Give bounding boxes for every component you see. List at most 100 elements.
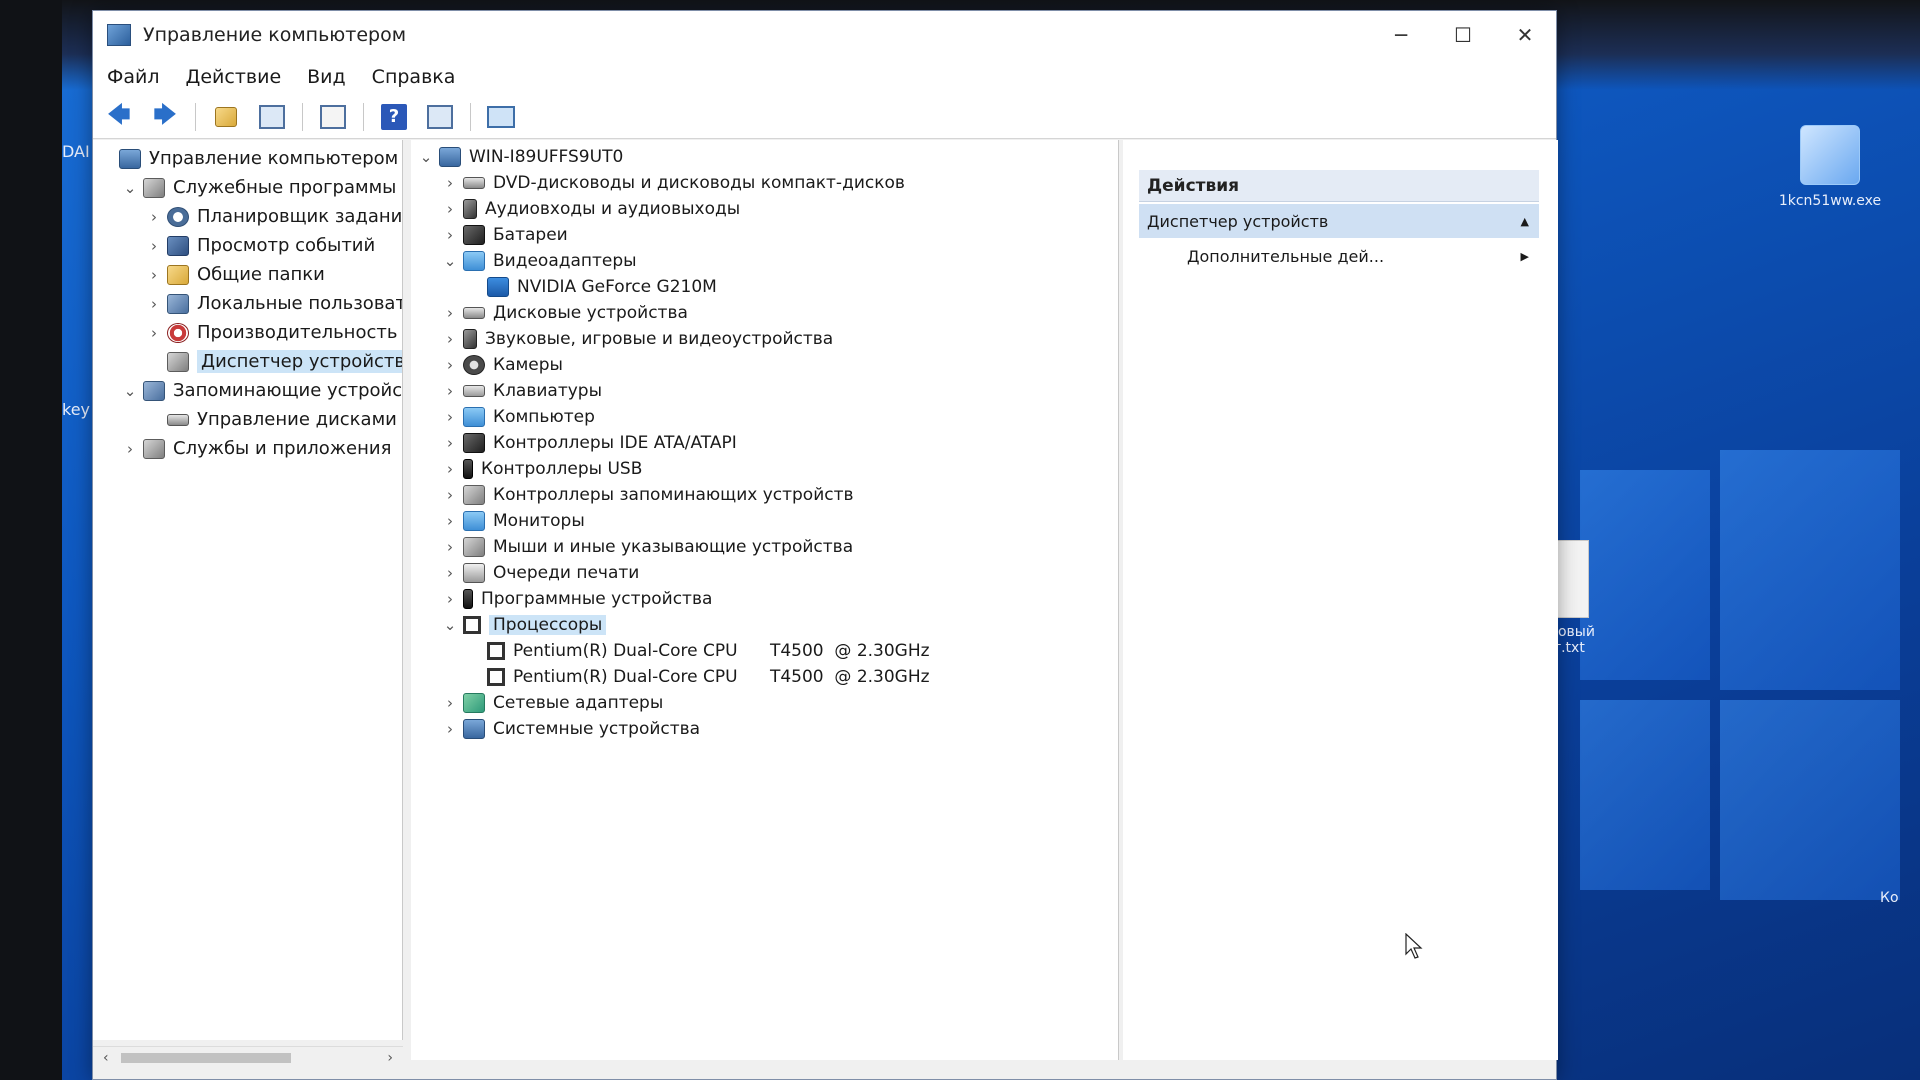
more-actions-item[interactable]: Дополнительные дей... ▶	[1139, 240, 1539, 272]
show-hide-tree-button[interactable]	[256, 102, 288, 132]
device-tree-item[interactable]: Pentium(R) Dual-Core CPU T4500 @ 2.30GHz	[411, 664, 1118, 690]
chevron-down-icon[interactable]: ⌄	[441, 616, 459, 634]
horizontal-scrollbar[interactable]: ‹ ›	[93, 1046, 403, 1068]
up-folder-button[interactable]	[210, 102, 242, 132]
scroll-right-icon[interactable]: ›	[387, 1050, 393, 1066]
minimize-button[interactable]: ─	[1370, 11, 1432, 59]
device-category-icon	[463, 355, 485, 375]
chevron-right-icon[interactable]: ›	[441, 538, 459, 556]
tree-item[interactable]: › Производительность	[93, 318, 402, 347]
device-tree-item[interactable]: › Сетевые адаптеры	[411, 690, 1118, 716]
chevron-right-icon[interactable]: ›	[441, 382, 459, 400]
chevron-right-icon[interactable]: ›	[121, 440, 139, 458]
menu-file[interactable]: Файл	[107, 66, 160, 88]
forward-arrow-icon[interactable]: 🡆	[149, 102, 181, 132]
close-button[interactable]: ✕	[1494, 11, 1556, 59]
device-category-icon	[463, 177, 485, 189]
chevron-right-icon[interactable]: ›	[145, 324, 163, 342]
device-category-icon	[463, 511, 485, 531]
device-tree-item[interactable]: › Очереди печати	[411, 560, 1118, 586]
chevron-right-icon[interactable]: ›	[441, 720, 459, 738]
tree-item[interactable]: Диспетчер устройств	[93, 347, 402, 376]
chevron-right-icon[interactable]: ›	[441, 590, 459, 608]
back-arrow-icon[interactable]: 🡄	[103, 102, 135, 132]
tree-item[interactable]: › Локальные пользовате	[93, 289, 402, 318]
chevron-right-icon[interactable]: ›	[441, 304, 459, 322]
actions-section-device-manager[interactable]: Диспетчер устройств ▲	[1139, 204, 1539, 238]
device-tree-item[interactable]: › Мониторы	[411, 508, 1118, 534]
tree-item-label: Дисковые устройства	[493, 303, 688, 323]
chevron-right-icon[interactable]: ›	[441, 330, 459, 348]
chevron-right-icon[interactable]: ›	[145, 266, 163, 284]
chevron-right-icon[interactable]: ›	[145, 237, 163, 255]
tree-item[interactable]: Управление компьютером (л	[93, 144, 402, 173]
scan-hardware-button[interactable]	[485, 102, 517, 132]
device-tree-item[interactable]: › Контроллеры IDE ATA/ATAPI	[411, 430, 1118, 456]
mouse-cursor-icon	[1405, 933, 1423, 959]
device-tree-item[interactable]: › Батареи	[411, 222, 1118, 248]
device-tree-item[interactable]: › Контроллеры запоминающих устройств	[411, 482, 1118, 508]
chevron-right-icon[interactable]: ›	[145, 208, 163, 226]
chevron-right-icon[interactable]: ›	[441, 174, 459, 192]
tree-item[interactable]: › Общие папки	[93, 260, 402, 289]
device-category-icon	[463, 719, 485, 739]
device-tree-item[interactable]: ⌄ Видеоадаптеры	[411, 248, 1118, 274]
device-tree-item[interactable]: ⌄ WIN-I89UFFS9UT0	[411, 144, 1118, 170]
chevron-down-icon[interactable]: ⌄	[121, 179, 139, 197]
chevron-down-icon[interactable]: ⌄	[121, 382, 139, 400]
device-tree-item[interactable]: ⌄ Процессоры	[411, 612, 1118, 638]
tree-item-label: Контроллеры запоминающих устройств	[493, 485, 854, 505]
device-tree-item[interactable]: › Компьютер	[411, 404, 1118, 430]
menu-view[interactable]: Вид	[307, 66, 346, 88]
device-tree-item[interactable]: › Камеры	[411, 352, 1118, 378]
chevron-right-icon[interactable]: ›	[441, 564, 459, 582]
menu-help[interactable]: Справка	[372, 66, 456, 88]
chevron-right-icon[interactable]: ›	[441, 226, 459, 244]
chevron-right-icon[interactable]: ›	[441, 356, 459, 374]
device-tree-item[interactable]: Pentium(R) Dual-Core CPU T4500 @ 2.30GHz	[411, 638, 1118, 664]
help-icon: ?	[381, 103, 407, 130]
scroll-left-icon[interactable]: ‹	[103, 1050, 109, 1066]
title-bar[interactable]: Управление компьютером ─ ☐ ✕	[93, 11, 1556, 59]
tree-item-label: Камеры	[493, 355, 563, 375]
device-tree-item[interactable]: › Дисковые устройства	[411, 300, 1118, 326]
menu-action[interactable]: Действие	[186, 66, 282, 88]
device-tree-item[interactable]: › Аудиовходы и аудиовыходы	[411, 196, 1118, 222]
help-button[interactable]: ?	[378, 102, 410, 132]
chevron-right-icon[interactable]: ›	[441, 200, 459, 218]
chevron-right-icon[interactable]: ›	[145, 295, 163, 313]
tree-item[interactable]: ⌄ Служебные программы	[93, 173, 402, 202]
console-tree-icon	[259, 104, 285, 129]
chevron-right-icon[interactable]: ›	[441, 434, 459, 452]
scroll-thumb[interactable]	[121, 1053, 291, 1063]
chevron-right-icon[interactable]: ›	[441, 512, 459, 530]
chevron-right-icon[interactable]: ›	[441, 460, 459, 478]
tree-item[interactable]: ⌄ Запоминающие устройст	[93, 376, 402, 405]
device-tree-item[interactable]: › Звуковые, игровые и видеоустройства	[411, 326, 1118, 352]
chevron-right-icon[interactable]: ›	[441, 694, 459, 712]
chevron-right-icon[interactable]: ›	[441, 486, 459, 504]
chevron-right-icon[interactable]: ›	[441, 408, 459, 426]
desktop-icon-exe[interactable]: 1kcn51ww.exe	[1770, 125, 1890, 209]
device-tree-item[interactable]: › Программные устройства	[411, 586, 1118, 612]
desktop-icon-label-partial: Ко	[1880, 890, 1899, 906]
tree-item-label: Службы и приложения	[173, 438, 392, 459]
tree-item[interactable]: › Службы и приложения	[93, 434, 402, 463]
device-tree-item[interactable]: NVIDIA GeForce G210M	[411, 274, 1118, 300]
chevron-down-icon[interactable]: ⌄	[441, 252, 459, 270]
action-pane-button[interactable]	[424, 102, 456, 132]
properties-button[interactable]	[317, 102, 349, 132]
tree-item-label: Клавиатуры	[493, 381, 603, 401]
tree-item-label: Управление компьютером (л	[149, 148, 402, 169]
device-tree-item[interactable]: › Контроллеры USB	[411, 456, 1118, 482]
device-tree-item[interactable]: › Мыши и иные указывающие устройства	[411, 534, 1118, 560]
tree-item[interactable]: › Планировщик заданий	[93, 202, 402, 231]
device-tree-item[interactable]: › Клавиатуры	[411, 378, 1118, 404]
collapse-arrow-icon[interactable]: ▲	[1521, 215, 1529, 228]
device-tree-item[interactable]: › DVD-дисководы и дисководы компакт-диско…	[411, 170, 1118, 196]
tree-item[interactable]: › Просмотр событий	[93, 231, 402, 260]
maximize-button[interactable]: ☐	[1432, 11, 1494, 59]
chevron-down-icon[interactable]: ⌄	[417, 148, 435, 166]
tree-item[interactable]: Управление дисками	[93, 405, 402, 434]
device-tree-item[interactable]: › Системные устройства	[411, 716, 1118, 742]
